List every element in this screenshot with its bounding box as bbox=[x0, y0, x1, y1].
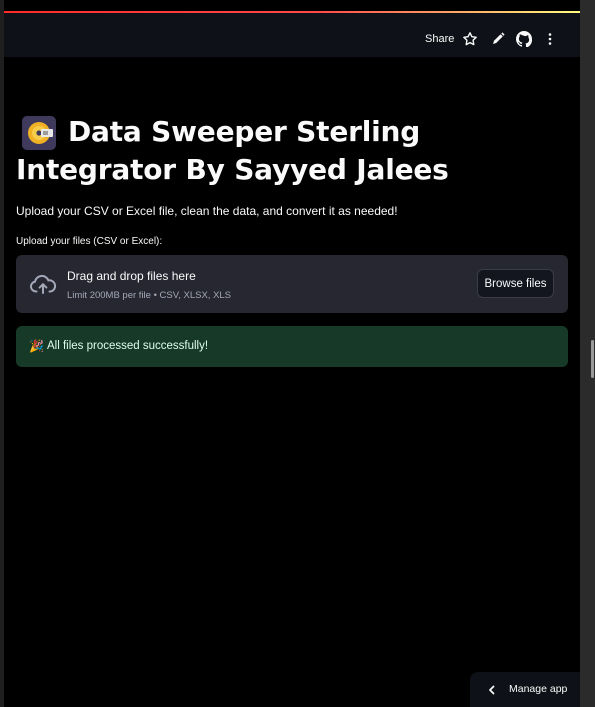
cloud-upload-icon bbox=[29, 272, 57, 296]
page-title-block: Data Sweeper Sterling Integrator By Sayy… bbox=[16, 113, 576, 189]
app-header: Share bbox=[4, 13, 580, 57]
file-dropzone[interactable]: Drag and drop files here Limit 200MB per… bbox=[16, 255, 568, 313]
page-title-text: Data Sweeper Sterling Integrator By Sayy… bbox=[16, 115, 449, 186]
share-button[interactable]: Share bbox=[425, 33, 454, 45]
party-popper-icon: 🎉 bbox=[29, 339, 44, 353]
minidisc-icon bbox=[22, 116, 56, 150]
success-alert: 🎉 All files processed successfully! bbox=[16, 326, 568, 367]
scrollbar-thumb[interactable] bbox=[591, 340, 594, 378]
more-vertical-icon[interactable] bbox=[542, 31, 558, 47]
success-message: All files processed successfully! bbox=[47, 340, 209, 352]
dropzone-limit-text: Limit 200MB per file • CSV, XLSX, XLS bbox=[67, 290, 232, 301]
manage-app-button[interactable]: Manage app bbox=[470, 672, 580, 707]
dropzone-title: Drag and drop files here bbox=[67, 269, 196, 283]
pencil-icon[interactable] bbox=[490, 31, 506, 47]
page-scrollbar[interactable] bbox=[580, 0, 595, 707]
page-title: Data Sweeper Sterling Integrator By Sayy… bbox=[16, 113, 576, 189]
page-subtitle: Upload your CSV or Excel file, clean the… bbox=[16, 204, 398, 218]
browse-files-button[interactable]: Browse files bbox=[477, 269, 554, 298]
app-container: Share Data Sweeper Sterling Integrator B… bbox=[4, 0, 580, 707]
github-icon[interactable] bbox=[516, 31, 532, 47]
manage-app-label: Manage app bbox=[509, 683, 568, 695]
star-icon[interactable] bbox=[462, 31, 478, 47]
chevron-left-icon bbox=[486, 683, 498, 695]
file-uploader-label: Upload your files (CSV or Excel): bbox=[16, 236, 163, 247]
